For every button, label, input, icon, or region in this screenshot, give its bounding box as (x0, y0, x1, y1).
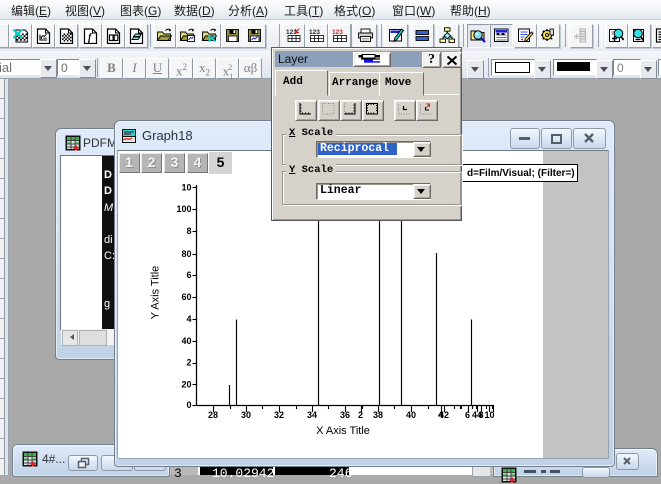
svg-text:Y Axis Title: Y Axis Title (150, 266, 162, 320)
svg-text:28: 28 (208, 410, 218, 420)
svg-text:6: 6 (186, 270, 191, 280)
svg-text:40: 40 (406, 410, 416, 420)
svg-text:8: 8 (478, 410, 483, 420)
svg-text:6: 6 (465, 410, 470, 420)
svg-text:2: 2 (186, 358, 191, 368)
svg-text:10: 10 (484, 410, 494, 420)
svg-text:4: 4 (438, 410, 443, 420)
svg-text:X Axis Title: X Axis Title (316, 425, 370, 437)
svg-text:60: 60 (181, 292, 191, 302)
svg-text:8: 8 (186, 226, 191, 236)
svg-text:123: 123 (309, 29, 320, 36)
svg-text:123: 123 (332, 29, 343, 36)
svg-text:100: 100 (176, 204, 191, 214)
svg-text:0: 0 (186, 400, 191, 410)
svg-text:34: 34 (307, 410, 317, 420)
svg-text:4: 4 (186, 314, 191, 324)
svg-text:2: 2 (358, 410, 363, 420)
svg-text:20: 20 (181, 379, 191, 389)
svg-text:38: 38 (373, 410, 383, 420)
svg-text:10: 10 (181, 182, 191, 192)
svg-text:36: 36 (340, 410, 350, 420)
svg-text:32: 32 (274, 410, 284, 420)
svg-text:40: 40 (181, 336, 191, 346)
svg-text:30: 30 (241, 410, 251, 420)
svg-text:80: 80 (181, 249, 191, 259)
